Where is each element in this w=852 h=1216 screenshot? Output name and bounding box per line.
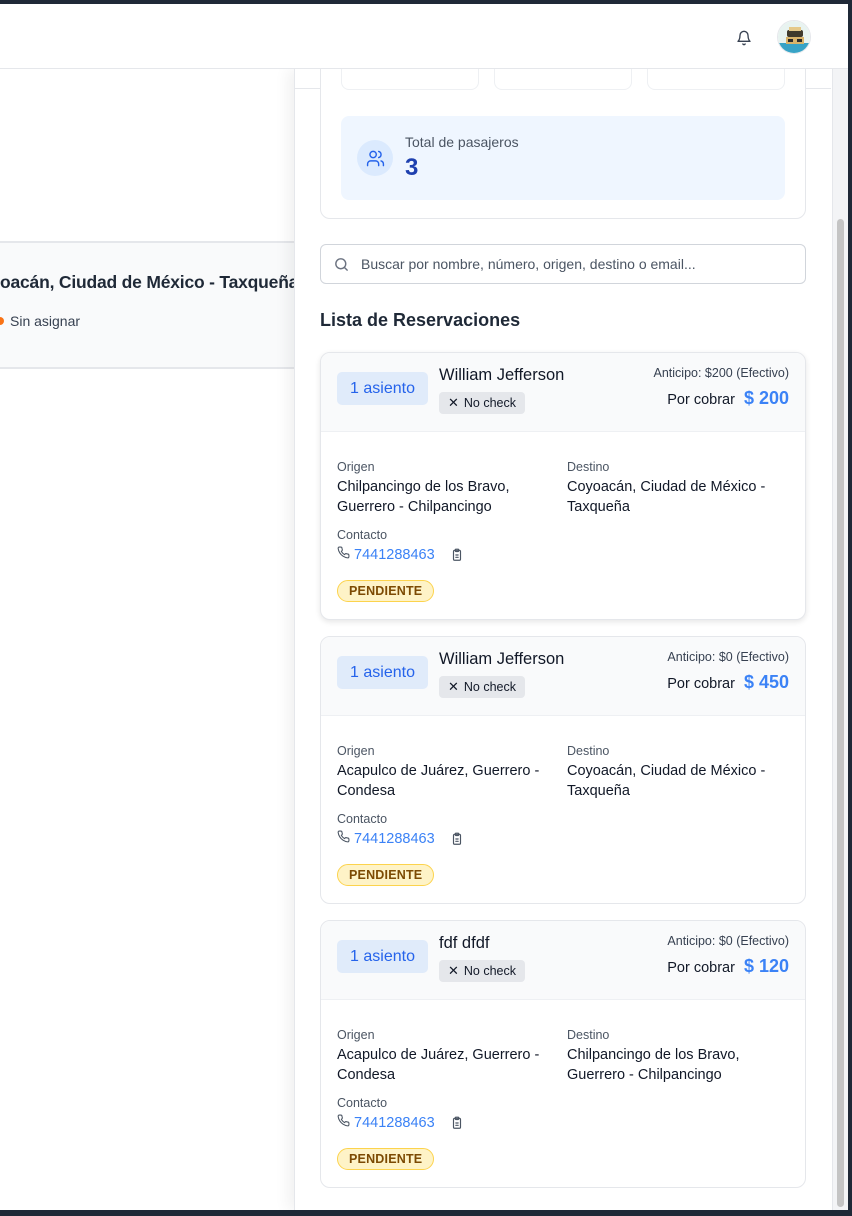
destino-label: Destino: [567, 1028, 610, 1042]
destino-value: Coyoacán, Ciudad de México - Taxqueña: [567, 763, 766, 799]
anticipo-text: Anticipo: $0 (Efectivo): [667, 650, 789, 664]
check-status-label: No check: [463, 680, 517, 694]
status-badge: PENDIENTE: [337, 1148, 435, 1170]
passenger-name: William Jefferson: [439, 650, 565, 668]
contacto-label: Contacto: [337, 528, 388, 542]
phone-icon: [337, 546, 350, 564]
reservation-card[interactable]: 1 asiento fdf dfdf ✕ No check Anticipo: …: [320, 920, 806, 1188]
driver-status: Sin asignar: [0, 313, 80, 329]
reservation-card[interactable]: 1 asiento William Jefferson ✕ No check A…: [320, 352, 806, 620]
seat-badge: 1 asiento: [337, 372, 428, 405]
summary-card: Total de pasajeros 3: [320, 69, 806, 219]
users-icon: [357, 140, 393, 176]
phone-icon: [337, 830, 350, 848]
reservation-header: 1 asiento fdf dfdf ✕ No check Anticipo: …: [321, 921, 805, 1000]
status-dot-icon: [0, 317, 4, 325]
close-icon: ✕: [448, 679, 459, 694]
search-input[interactable]: [361, 245, 801, 283]
passenger-name: William Jefferson: [439, 366, 565, 384]
close-icon: ✕: [448, 963, 459, 978]
phone-link[interactable]: 7441288463: [354, 1115, 435, 1131]
phone-link[interactable]: 7441288463: [354, 547, 435, 563]
destino-value: Coyoacán, Ciudad de México - Taxqueña: [567, 479, 766, 515]
seat-badge: 1 asiento: [337, 940, 428, 973]
por-cobrar: Por cobrar $ 120: [667, 956, 789, 977]
list-title: Lista de Reservaciones: [320, 310, 521, 330]
trip-row[interactable]: oacán, Ciudad de México - Taxqueña Sin a…: [0, 241, 300, 369]
copy-icon[interactable]: [449, 1115, 465, 1131]
app-window: oacán, Ciudad de México - Taxqueña Sin a…: [0, 4, 848, 1210]
driver-status-label: Sin asignar: [10, 313, 81, 329]
origen-value: Acapulco de Juárez, Guerrero - Condesa: [337, 763, 540, 799]
destino-value: Chilpancingo de los Bravo, Guerrero - Ch…: [567, 1047, 740, 1083]
close-icon: ✕: [448, 395, 459, 410]
check-status-badge[interactable]: ✕ No check: [439, 392, 526, 414]
search-box: [320, 244, 806, 284]
por-cobrar-label: Por cobrar: [667, 676, 735, 692]
copy-icon[interactable]: [449, 547, 465, 563]
search-icon: [333, 256, 351, 274]
origen-value: Acapulco de Juárez, Guerrero - Condesa: [337, 1047, 540, 1083]
reservation-card[interactable]: 1 asiento William Jefferson ✕ No check A…: [320, 636, 806, 904]
background-page: oacán, Ciudad de México - Taxqueña Sin a…: [0, 69, 300, 1210]
por-cobrar: Por cobrar $ 450: [667, 672, 789, 693]
contact-row: 7441288463: [337, 1114, 465, 1132]
check-status-badge[interactable]: ✕ No check: [439, 676, 526, 698]
check-status-badge[interactable]: ✕ No check: [439, 960, 526, 982]
bell-icon[interactable]: [732, 26, 756, 50]
check-status-label: No check: [463, 396, 517, 410]
contacto-label: Contacto: [337, 1096, 388, 1110]
stat-card: [647, 69, 785, 90]
reservations-panel: Total de pasajeros 3 Lista de Reservacio…: [294, 69, 848, 1210]
check-status-label: No check: [463, 964, 517, 978]
user-avatar[interactable]: [777, 20, 811, 54]
scrollbar-thumb[interactable]: [837, 219, 844, 1207]
contacto-label: Contacto: [337, 812, 388, 826]
stat-card: [494, 69, 632, 90]
status-badge: PENDIENTE: [337, 580, 435, 602]
origen-value: Chilpancingo de los Bravo, Guerrero - Ch…: [337, 479, 510, 515]
total-passengers-box: Total de pasajeros 3: [341, 116, 785, 200]
status-badge: PENDIENTE: [337, 864, 435, 886]
phone-icon: [337, 1114, 350, 1132]
destino-label: Destino: [567, 744, 610, 758]
contact-row: 7441288463: [337, 830, 465, 848]
top-navbar: [0, 4, 848, 69]
por-cobrar-label: Por cobrar: [667, 392, 735, 408]
anticipo-text: Anticipo: $200 (Efectivo): [653, 366, 790, 380]
anticipo-text: Anticipo: $0 (Efectivo): [667, 934, 789, 948]
origen-label: Origen: [337, 1028, 375, 1042]
por-cobrar-amount: $ 450: [743, 672, 789, 692]
passenger-name: fdf dfdf: [439, 934, 490, 952]
destino-label: Destino: [567, 460, 610, 474]
origen-label: Origen: [337, 460, 375, 474]
por-cobrar-amount: $ 120: [743, 956, 789, 976]
contact-row: 7441288463: [337, 546, 465, 564]
total-passengers-label: Total de pasajeros: [405, 134, 519, 150]
trip-route: oacán, Ciudad de México - Taxqueña: [0, 272, 299, 292]
phone-link[interactable]: 7441288463: [354, 831, 435, 847]
por-cobrar-amount: $ 200: [743, 388, 789, 408]
por-cobrar-label: Por cobrar: [667, 960, 735, 976]
total-passengers-value: 3: [405, 154, 419, 181]
reservation-header: 1 asiento William Jefferson ✕ No check A…: [321, 637, 805, 716]
por-cobrar: Por cobrar $ 200: [667, 388, 789, 409]
scrollbar[interactable]: [832, 69, 848, 1210]
reservation-header: 1 asiento William Jefferson ✕ No check A…: [321, 353, 805, 432]
seat-badge: 1 asiento: [337, 656, 428, 689]
stat-card: [341, 69, 479, 90]
copy-icon[interactable]: [449, 831, 465, 847]
origen-label: Origen: [337, 744, 375, 758]
